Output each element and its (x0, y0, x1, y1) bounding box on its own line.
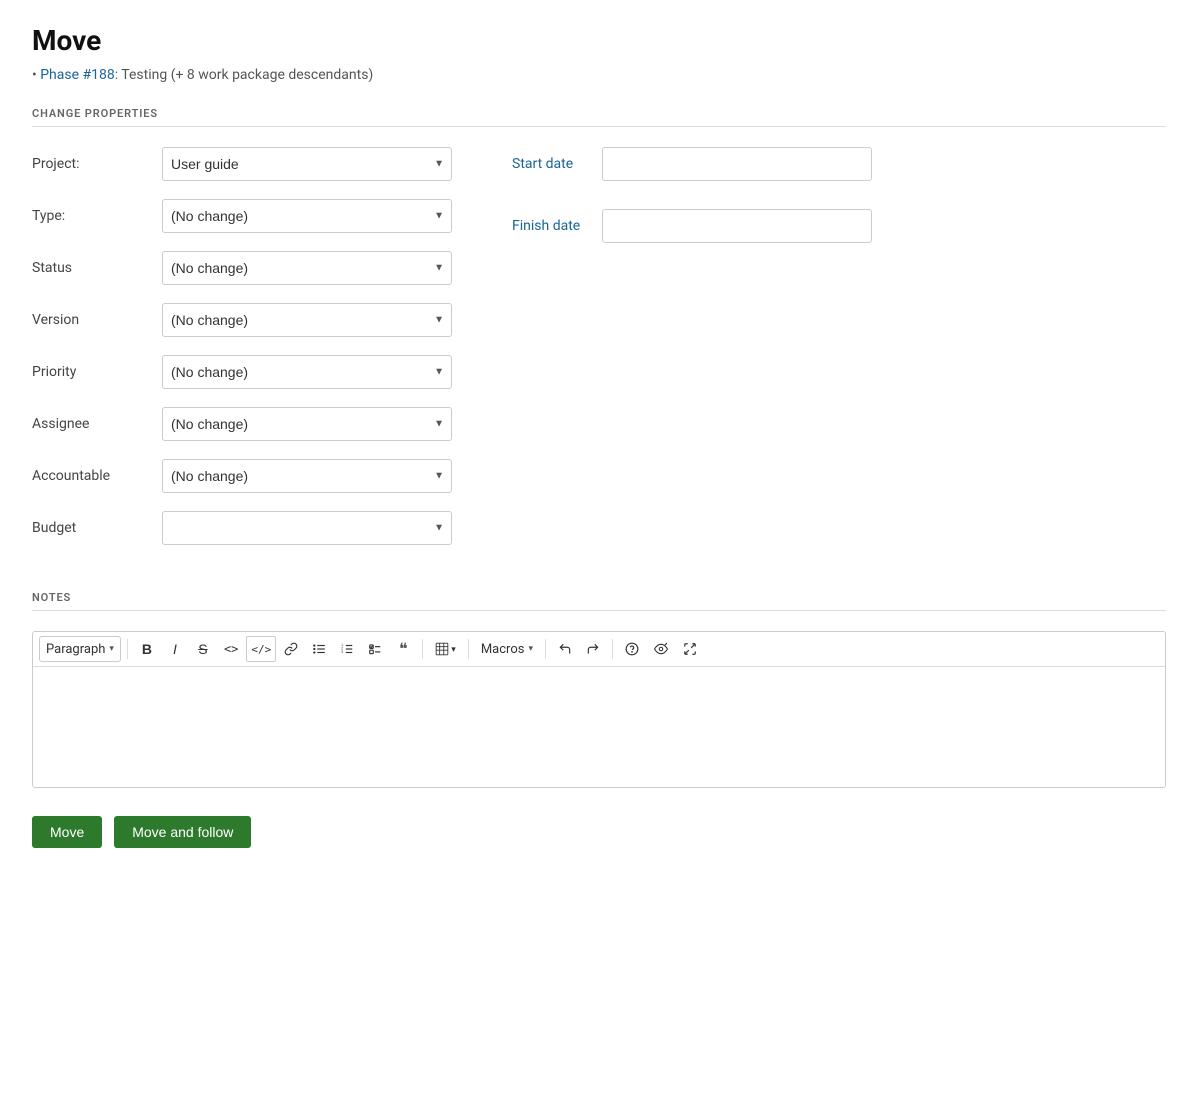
status-select[interactable]: (No change) (162, 251, 452, 285)
priority-label: Priority (32, 364, 162, 380)
ol-icon: 1 2 3 (340, 642, 354, 656)
strikethrough-button[interactable]: S (190, 636, 216, 662)
code-block-button[interactable]: </> (246, 636, 276, 662)
priority-select-wrapper: (No change) (162, 355, 452, 389)
finish-date-input[interactable] (602, 209, 872, 243)
undo-button[interactable] (552, 636, 578, 662)
divider-4 (545, 639, 546, 659)
budget-row: Budget (32, 511, 452, 545)
start-date-row: Start date (512, 147, 872, 181)
change-properties-section: CHANGE PROPERTIES Project: User guide Ty… (32, 107, 1166, 563)
help-icon (625, 642, 639, 656)
editor-body[interactable] (33, 667, 1165, 787)
start-date-label: Start date (512, 156, 602, 172)
divider-3 (468, 639, 469, 659)
divider-1 (127, 639, 128, 659)
subtitle: • Phase #188: Testing (+ 8 work package … (32, 67, 1166, 83)
priority-row: Priority (No change) (32, 355, 452, 389)
type-select[interactable]: (No change) (162, 199, 452, 233)
accountable-select[interactable]: (No change) (162, 459, 452, 493)
redo-button[interactable] (580, 636, 606, 662)
move-button[interactable]: Move (32, 816, 102, 848)
code-block-icon: </> (251, 643, 271, 656)
finish-date-label: Finish date (512, 218, 602, 234)
bullet: • (32, 67, 40, 83)
macros-label: Macros (481, 642, 525, 657)
assignee-select-wrapper: (No change) (162, 407, 452, 441)
inline-code-button[interactable]: <> (218, 636, 244, 662)
project-label: Project: (32, 156, 162, 172)
assignee-row: Assignee (No change) (32, 407, 452, 441)
divider-5 (612, 639, 613, 659)
ul-icon (312, 642, 326, 656)
fullscreen-button[interactable] (677, 636, 703, 662)
type-select-wrapper: (No change) (162, 199, 452, 233)
type-label: Type: (32, 208, 162, 224)
project-select-wrapper: User guide (162, 147, 452, 181)
task-list-button[interactable] (362, 636, 388, 662)
version-select-wrapper: (No change) (162, 303, 452, 337)
type-row: Type: (No change) (32, 199, 452, 233)
budget-select-wrapper (162, 511, 452, 545)
undo-icon (558, 642, 572, 656)
svg-text:3: 3 (341, 650, 343, 654)
macros-dropdown[interactable]: Macros ▾ (475, 636, 539, 662)
status-label: Status (32, 260, 162, 276)
version-label: Version (32, 312, 162, 328)
ul-button[interactable] (306, 636, 332, 662)
macros-chevron-icon: ▾ (528, 644, 533, 654)
editor-toolbar: Paragraph ▾ B I S <> </> (33, 632, 1165, 667)
assignee-select[interactable]: (No change) (162, 407, 452, 441)
notes-header: NOTES (32, 591, 1166, 611)
form-right: Start date Finish date (512, 147, 872, 563)
change-properties-header: CHANGE PROPERTIES (32, 107, 1166, 127)
link-button[interactable] (278, 636, 304, 662)
assignee-label: Assignee (32, 416, 162, 432)
help-button[interactable] (619, 636, 645, 662)
preview-icon (653, 642, 669, 656)
budget-label: Budget (32, 520, 162, 536)
actions-bar: Move Move and follow (32, 816, 1166, 848)
phase-link[interactable]: Phase #188 (40, 67, 115, 83)
form-grid: Project: User guide Type: (No change) (32, 147, 1166, 563)
start-date-input[interactable] (602, 147, 872, 181)
finish-date-row: Finish date (512, 209, 872, 243)
ol-button[interactable]: 1 2 3 (334, 636, 360, 662)
editor-container: Paragraph ▾ B I S <> </> (32, 631, 1166, 788)
paragraph-label: Paragraph (46, 642, 105, 657)
notes-section: NOTES Paragraph ▾ B I S <> </> (32, 591, 1166, 788)
move-and-follow-button[interactable]: Move and follow (114, 816, 251, 848)
project-row: Project: User guide (32, 147, 452, 181)
link-icon (284, 642, 298, 656)
table-button[interactable]: ▾ (429, 636, 462, 662)
descendants-count: (+ 8 work package descendants) (171, 67, 374, 83)
quote-button[interactable]: ❝ (390, 636, 416, 662)
budget-select[interactable] (162, 511, 452, 545)
page-title: Move (32, 24, 1166, 57)
phase-label: : Testing (115, 67, 168, 83)
accountable-label: Accountable (32, 468, 162, 484)
project-select[interactable]: User guide (162, 147, 452, 181)
priority-select[interactable]: (No change) (162, 355, 452, 389)
task-list-icon (368, 642, 382, 656)
form-left: Project: User guide Type: (No change) (32, 147, 452, 563)
accountable-select-wrapper: (No change) (162, 459, 452, 493)
preview-button[interactable] (647, 636, 675, 662)
italic-button[interactable]: I (162, 636, 188, 662)
table-icon (435, 642, 449, 656)
paragraph-dropdown[interactable]: Paragraph ▾ (39, 636, 121, 662)
bold-button[interactable]: B (134, 636, 160, 662)
version-row: Version (No change) (32, 303, 452, 337)
status-select-wrapper: (No change) (162, 251, 452, 285)
redo-icon (586, 642, 600, 656)
status-row: Status (No change) (32, 251, 452, 285)
table-chevron-icon: ▾ (451, 644, 456, 655)
paragraph-chevron-icon: ▾ (109, 644, 114, 654)
accountable-row: Accountable (No change) (32, 459, 452, 493)
divider-2 (422, 639, 423, 659)
version-select[interactable]: (No change) (162, 303, 452, 337)
fullscreen-icon (683, 642, 697, 656)
